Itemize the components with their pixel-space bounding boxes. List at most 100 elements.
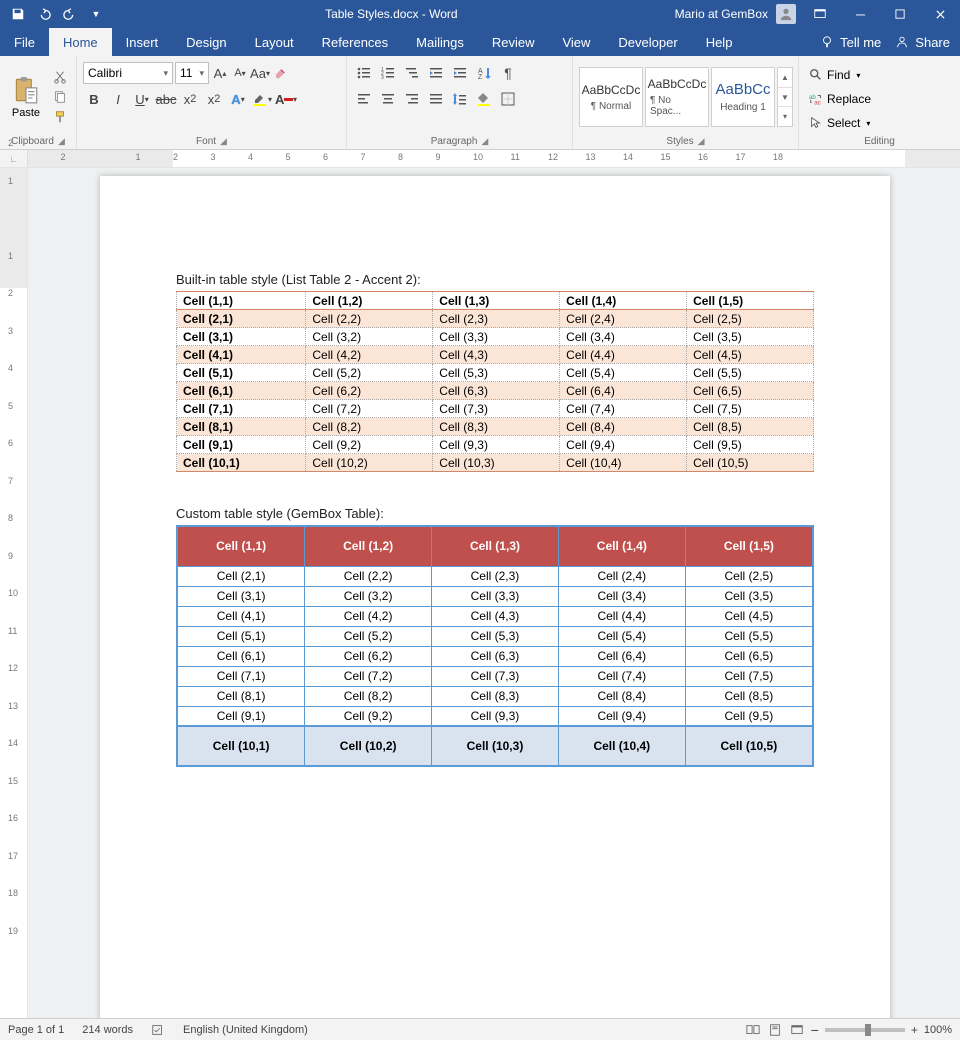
- styles-gallery-scroll[interactable]: ▲▼▾: [777, 67, 793, 127]
- table-cell[interactable]: Cell (10,3): [433, 454, 560, 472]
- table-cell[interactable]: Cell (10,5): [685, 726, 813, 766]
- table-cell[interactable]: Cell (10,2): [306, 454, 433, 472]
- table-cell[interactable]: Cell (5,2): [306, 364, 433, 382]
- table-cell[interactable]: Cell (6,3): [432, 646, 559, 666]
- numbering-button[interactable]: 123: [377, 62, 399, 84]
- styles-gallery[interactable]: AaBbCcDc¶ NormalAaBbCcDc¶ No Spac...AaBb…: [579, 60, 793, 134]
- table-cell[interactable]: Cell (7,2): [305, 666, 432, 686]
- table-builtin-style[interactable]: Cell (1,1)Cell (1,2)Cell (1,3)Cell (1,4)…: [176, 291, 814, 472]
- table-cell[interactable]: Cell (7,5): [687, 400, 814, 418]
- borders-button[interactable]: [497, 88, 519, 110]
- clear-formatting-button[interactable]: [271, 62, 289, 84]
- font-dialog-launcher[interactable]: ◢: [220, 136, 227, 147]
- align-right-button[interactable]: [401, 88, 423, 110]
- table-cell[interactable]: Cell (8,5): [685, 686, 813, 706]
- table-cell[interactable]: Cell (2,2): [305, 566, 432, 586]
- table-cell[interactable]: Cell (8,5): [687, 418, 814, 436]
- table-cell[interactable]: Cell (10,2): [305, 726, 432, 766]
- table-cell[interactable]: Cell (5,3): [432, 626, 559, 646]
- table-cell[interactable]: Cell (5,1): [177, 364, 306, 382]
- table-cell[interactable]: Cell (1,1): [177, 292, 306, 310]
- replace-button[interactable]: abac Replace: [805, 88, 875, 110]
- ribbon-options-button[interactable]: [800, 0, 840, 28]
- table-cell[interactable]: Cell (6,1): [177, 382, 306, 400]
- document-page[interactable]: Built-in table style (List Table 2 - Acc…: [100, 176, 890, 1018]
- table-cell[interactable]: Cell (5,4): [558, 626, 685, 646]
- table-cell[interactable]: Cell (7,3): [432, 666, 559, 686]
- table-cell[interactable]: Cell (9,1): [177, 436, 306, 454]
- multilevel-list-button[interactable]: [401, 62, 423, 84]
- table-cell[interactable]: Cell (3,3): [433, 328, 560, 346]
- justify-button[interactable]: [425, 88, 447, 110]
- tab-references[interactable]: References: [308, 28, 402, 56]
- table-cell[interactable]: Cell (9,4): [558, 706, 685, 726]
- bullets-button[interactable]: [353, 62, 375, 84]
- styles-dialog-launcher[interactable]: ◢: [698, 136, 705, 147]
- tab-design[interactable]: Design: [172, 28, 240, 56]
- table-cell[interactable]: Cell (10,1): [177, 726, 305, 766]
- table-cell[interactable]: Cell (1,4): [560, 292, 687, 310]
- table-cell[interactable]: Cell (7,3): [433, 400, 560, 418]
- clipboard-dialog-launcher[interactable]: ◢: [58, 136, 65, 147]
- table-cell[interactable]: Cell (10,5): [687, 454, 814, 472]
- table-cell[interactable]: Cell (3,1): [177, 586, 305, 606]
- table-cell[interactable]: Cell (9,3): [433, 436, 560, 454]
- horizontal-ruler[interactable]: ∟ 12123456789101112131415161718: [0, 150, 960, 168]
- table-cell[interactable]: Cell (1,5): [685, 526, 813, 566]
- redo-button[interactable]: [58, 2, 82, 26]
- highlight-button[interactable]: ▾: [251, 88, 273, 110]
- find-button[interactable]: Find▾: [805, 64, 875, 86]
- table-cell[interactable]: Cell (2,3): [432, 566, 559, 586]
- style-item-2[interactable]: AaBbCcHeading 1: [711, 67, 775, 127]
- table-cell[interactable]: Cell (2,1): [177, 566, 305, 586]
- tab-review[interactable]: Review: [478, 28, 549, 56]
- table-cell[interactable]: Cell (1,2): [305, 526, 432, 566]
- copy-button[interactable]: [50, 89, 70, 105]
- table-cell[interactable]: Cell (4,3): [432, 606, 559, 626]
- cut-button[interactable]: [50, 69, 70, 85]
- table-cell[interactable]: Cell (7,1): [177, 666, 305, 686]
- table-cell[interactable]: Cell (5,5): [687, 364, 814, 382]
- table-cell[interactable]: Cell (2,2): [306, 310, 433, 328]
- table-cell[interactable]: Cell (3,5): [687, 328, 814, 346]
- table-cell[interactable]: Cell (9,2): [305, 706, 432, 726]
- table-cell[interactable]: Cell (4,5): [685, 606, 813, 626]
- tab-mailings[interactable]: Mailings: [402, 28, 478, 56]
- table-cell[interactable]: Cell (7,5): [685, 666, 813, 686]
- table-cell[interactable]: Cell (3,1): [177, 328, 306, 346]
- table-cell[interactable]: Cell (4,4): [558, 606, 685, 626]
- table-cell[interactable]: Cell (1,2): [306, 292, 433, 310]
- table-cell[interactable]: Cell (5,4): [560, 364, 687, 382]
- close-button[interactable]: [920, 0, 960, 28]
- grow-font-button[interactable]: A▴: [211, 62, 229, 84]
- table-cell[interactable]: Cell (7,4): [560, 400, 687, 418]
- table-cell[interactable]: Cell (9,5): [685, 706, 813, 726]
- table-cell[interactable]: Cell (2,5): [687, 310, 814, 328]
- table-cell[interactable]: Cell (4,1): [177, 346, 306, 364]
- table-cell[interactable]: Cell (10,3): [432, 726, 559, 766]
- status-language[interactable]: English (United Kingdom): [183, 1024, 308, 1036]
- tab-developer[interactable]: Developer: [604, 28, 691, 56]
- subscript-button[interactable]: x2: [179, 88, 201, 110]
- tab-insert[interactable]: Insert: [112, 28, 173, 56]
- table-cell[interactable]: Cell (7,4): [558, 666, 685, 686]
- table-cell[interactable]: Cell (4,2): [306, 346, 433, 364]
- view-read-mode-icon[interactable]: [745, 1023, 761, 1037]
- table-custom-style[interactable]: Cell (1,1)Cell (1,2)Cell (1,3)Cell (1,4)…: [176, 525, 814, 767]
- maximize-button[interactable]: [880, 0, 920, 28]
- table-cell[interactable]: Cell (7,1): [177, 400, 306, 418]
- status-words[interactable]: 214 words: [82, 1024, 133, 1036]
- table-cell[interactable]: Cell (2,4): [560, 310, 687, 328]
- table-cell[interactable]: Cell (3,4): [560, 328, 687, 346]
- table-cell[interactable]: Cell (5,3): [433, 364, 560, 382]
- table-cell[interactable]: Cell (9,3): [432, 706, 559, 726]
- table-cell[interactable]: Cell (5,1): [177, 626, 305, 646]
- table-cell[interactable]: Cell (1,3): [432, 526, 559, 566]
- zoom-out-button[interactable]: −: [811, 1022, 819, 1038]
- save-icon[interactable]: [6, 2, 30, 26]
- show-marks-button[interactable]: ¶: [497, 62, 519, 84]
- zoom-slider[interactable]: [825, 1028, 905, 1032]
- font-size-combo[interactable]: 11▾: [175, 62, 209, 84]
- table-cell[interactable]: Cell (8,4): [560, 418, 687, 436]
- table-cell[interactable]: Cell (2,1): [177, 310, 306, 328]
